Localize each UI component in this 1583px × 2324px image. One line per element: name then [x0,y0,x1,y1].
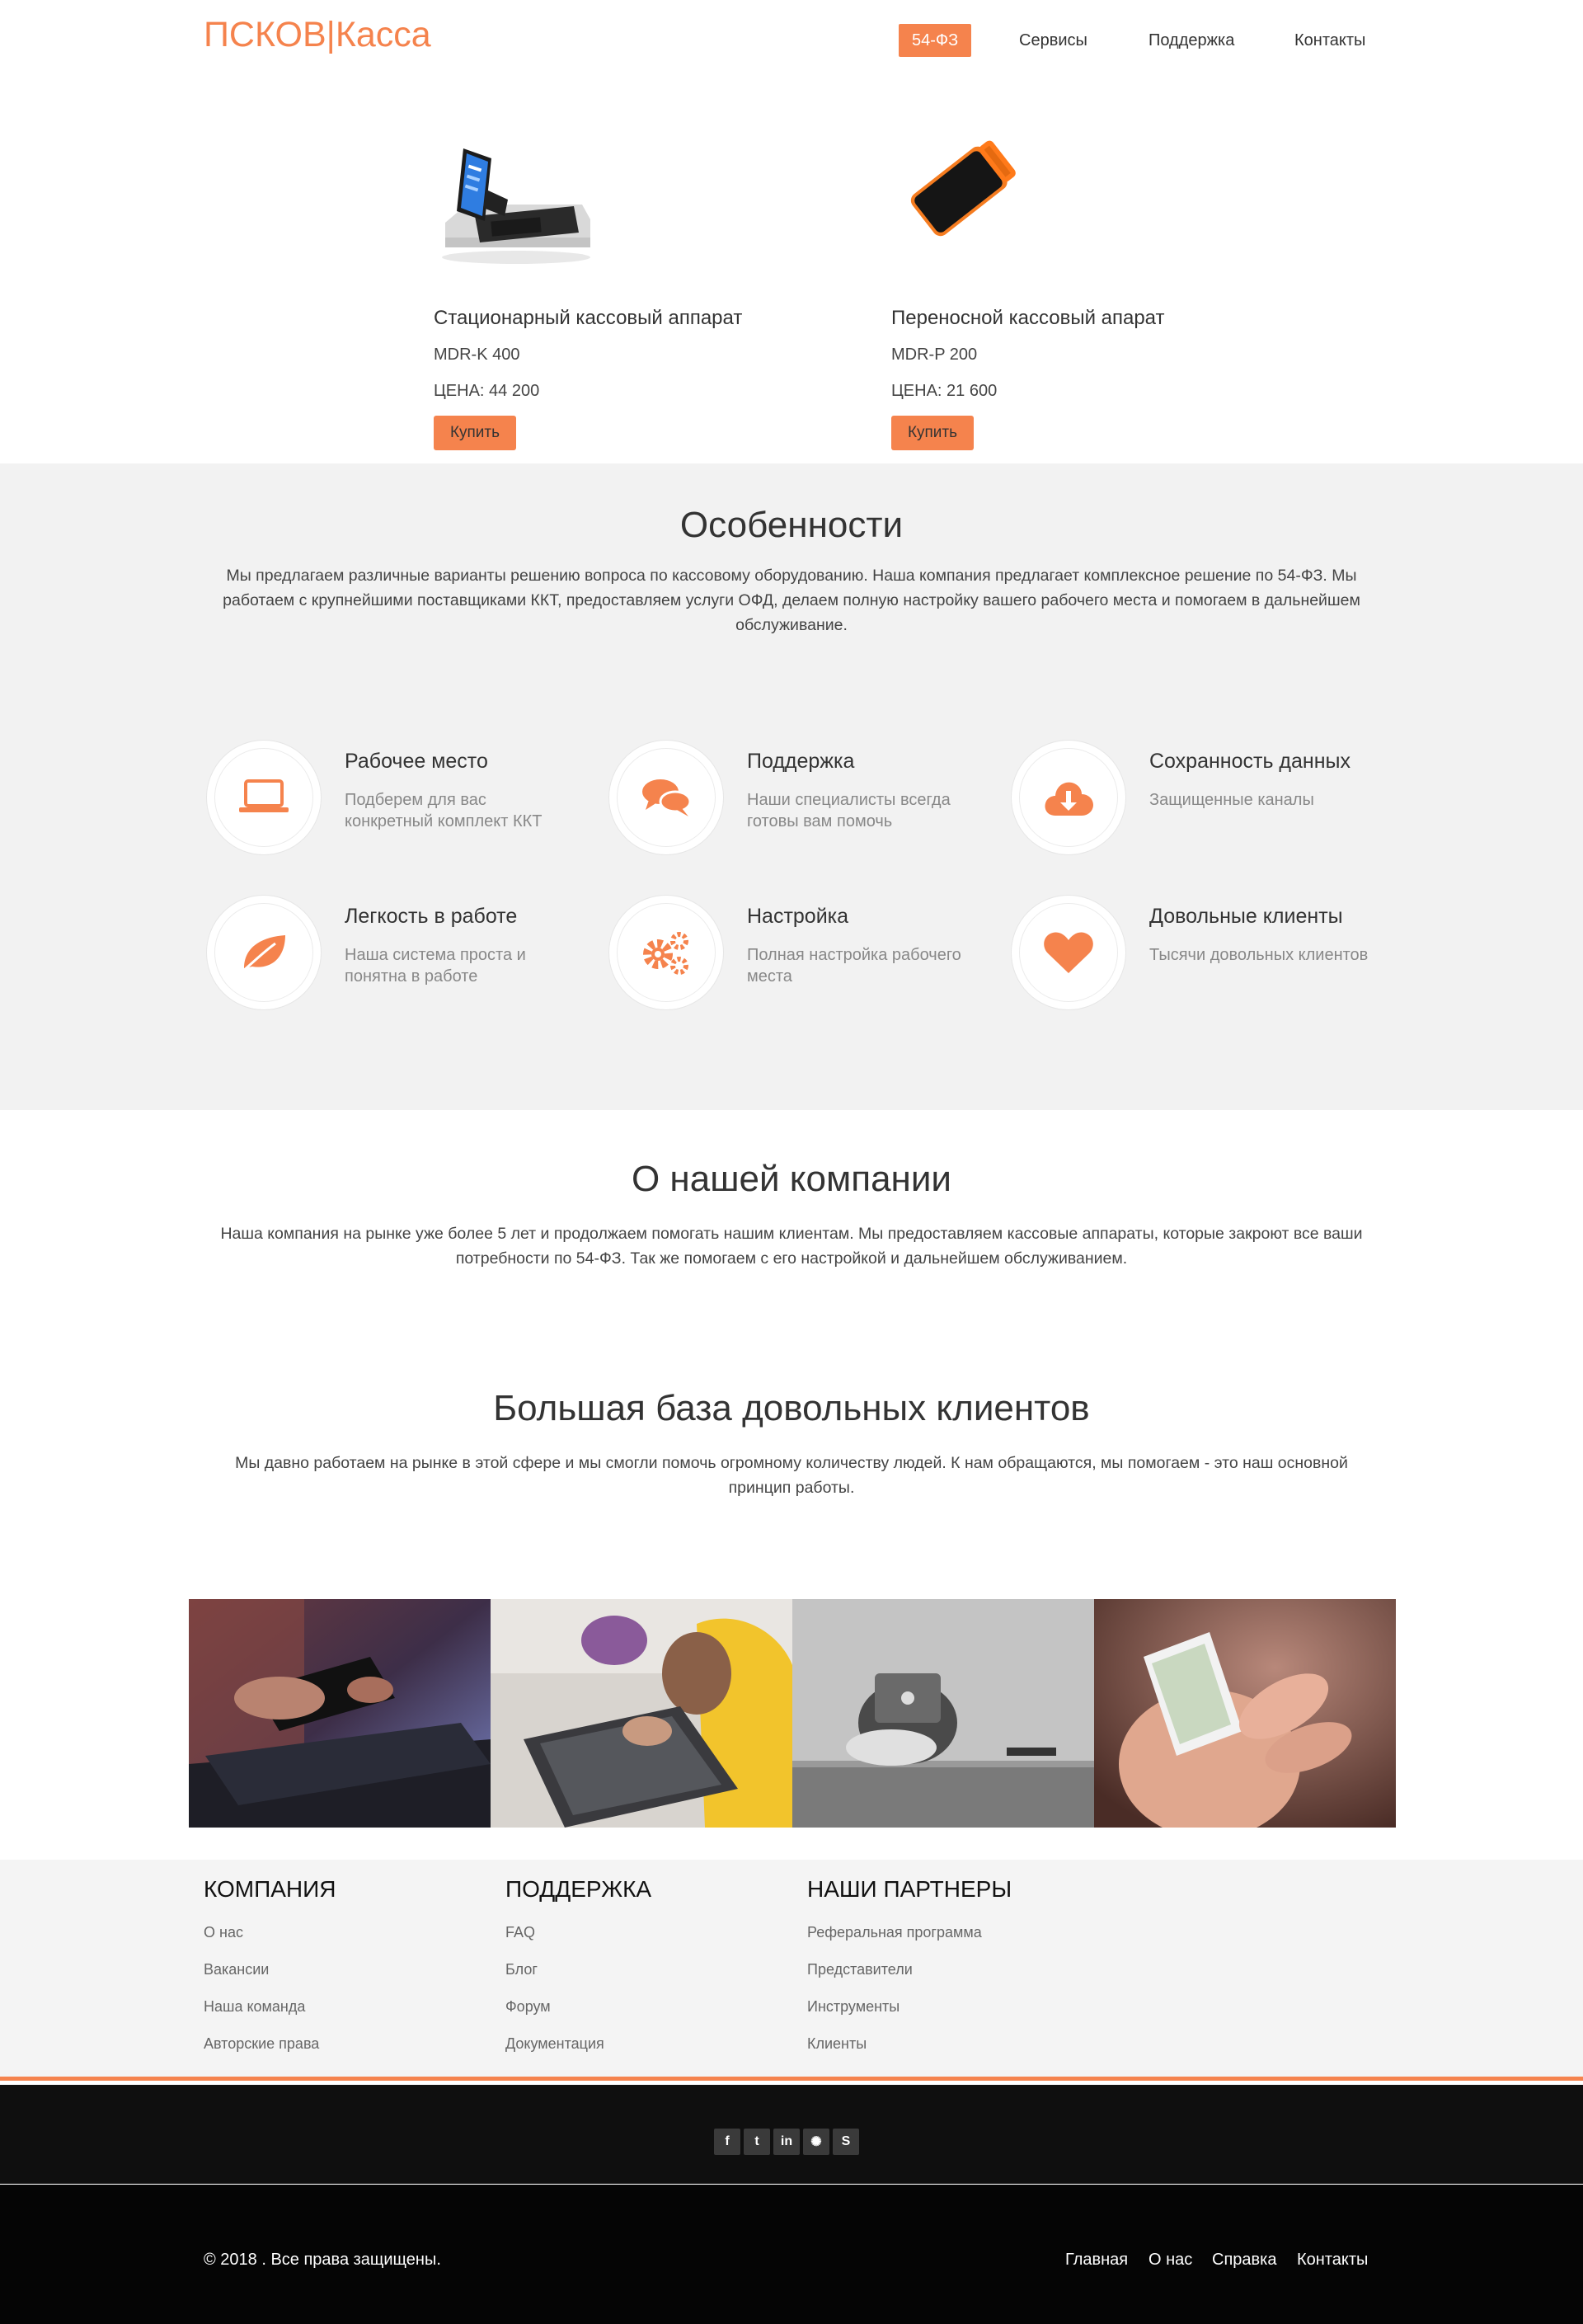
features-section: Особенности Мы предлагаем различные вари… [0,463,1583,1110]
bottom-nav-contacts[interactable]: Контакты [1297,2251,1368,2270]
photo-mac-wall [792,1599,1094,1828]
feature-text: Наша система проста и понятна в работе [345,946,526,986]
footer-link[interactable]: Инструменты [807,1988,1012,2025]
footer-column-title: КОМПАНИЯ [204,1876,336,1902]
features-text: Мы предлагаем различные варианты решению… [223,567,1360,634]
footer-link[interactable]: Вакансии [204,1951,336,1988]
buy-button[interactable]: Купить [434,416,516,450]
footer-link[interactable]: Наша команда [204,1988,336,2025]
footer-link[interactable]: Форум [505,1988,651,2025]
feature-title: Поддержка [747,750,855,773]
buy-button[interactable]: Купить [891,416,974,450]
footer-links: КОМПАНИЯ О нас Вакансии Наша команда Авт… [0,1860,1583,2081]
logo[interactable]: ПСКОВ|Касса [204,15,431,55]
bottom-bar: © 2018 . Все права защищены. Главная О н… [0,2185,1583,2324]
product-title: Стационарный кассовый аппарат [434,307,743,329]
feature-title: Рабочее место [345,750,488,773]
social-bar: f t in ✺ S [0,2085,1583,2184]
footer-link[interactable]: FAQ [505,1914,651,1951]
portable-cash-register-image [891,140,1056,272]
footer-link[interactable]: Представители [807,1951,1012,1988]
feature-item: Настройка Полная настройка рабочего мест… [608,895,1004,1019]
dribbble-icon[interactable]: ✺ [803,2129,829,2155]
photo-gallery [189,1599,1396,1828]
footer-column-title: НАШИ ПАРТНЕРЫ [807,1876,1012,1902]
product-price: ЦЕНА: 44 200 [434,382,540,400]
product-title: Переносной кассовый апарат [891,307,1165,329]
nav-item-support[interactable]: Поддержка [1148,24,1234,57]
feature-item: Сохранность данных Защищенные каналы [1011,740,1407,863]
feature-title: Настройка [747,905,849,928]
footer-link[interactable]: Авторские права [204,2025,336,2063]
nav-item-contacts[interactable]: Контакты [1294,24,1365,57]
heart-icon [1044,932,1093,973]
nav-item-54fz[interactable]: 54-ФЗ [899,24,972,57]
laptop-icon [239,779,289,812]
footer-link[interactable]: Блог [505,1951,651,1988]
feature-item: Поддержка Наши специалисты всегда готовы… [608,740,1004,863]
feature-item: Легкость в работе Наша система проста и … [206,895,602,1019]
footer-column-partners: НАШИ ПАРТНЕРЫ Реферальная программа Пред… [807,1876,1012,2063]
footer-link[interactable]: Реферальная программа [807,1914,1012,1951]
features-title: Особенности [679,505,904,545]
leaf-icon [242,935,285,973]
about-title: О нашей компании [631,1159,951,1199]
footer-column-support: ПОДДЕРЖКА FAQ Блог Форум Документация [505,1876,651,2063]
chat-icon [642,779,692,816]
footer-link[interactable]: О нас [204,1914,336,1951]
twitter-icon[interactable]: t [744,2129,770,2155]
product-price: ЦЕНА: 21 600 [891,382,998,400]
linkedin-icon[interactable]: in [773,2129,800,2155]
nav-item-services[interactable]: Сервисы [1019,24,1087,57]
clients-text: Мы давно работаем на рынке в этой сфере … [235,1454,1348,1497]
photo-tablet-hands [189,1599,491,1828]
cloud-download-icon [1045,782,1093,816]
header: ПСКОВ|Касса 54-ФЗ Сервисы Поддержка Конт… [0,0,1583,82]
feature-text: Тысячи довольных клиентов [1149,946,1369,964]
skype-icon[interactable]: S [833,2129,859,2155]
footer-column-title: ПОДДЕРЖКА [505,1876,652,1902]
stationary-cash-register-image [434,140,599,272]
gears-icon [643,932,688,975]
feature-title: Довольные клиенты [1149,905,1343,928]
bottom-nav-home[interactable]: Главная [1065,2251,1128,2270]
feature-title: Сохранность данных [1149,750,1350,773]
photo-designer-tablet [491,1599,792,1828]
footer-link[interactable]: Документация [505,2025,651,2063]
feature-item: Рабочее место Подберем для вас конкретны… [206,740,602,863]
facebook-icon[interactable]: f [714,2129,740,2155]
copyright: © 2018 . Все права защищены. [204,2251,441,2269]
about-text: Наша компания на рынке уже более 5 лет и… [220,1225,1363,1268]
bottom-nav-about[interactable]: О нас [1148,2251,1192,2270]
feature-text: Защищенные каналы [1149,791,1314,809]
feature-item: Довольные клиенты Тысячи довольных клиен… [1011,895,1407,1019]
product-model: MDR-P 200 [891,346,978,364]
footer-link[interactable]: Клиенты [807,2025,1012,2063]
clients-title: Большая база довольных клиентов [493,1388,1090,1428]
feature-text: Полная настройка рабочего места [747,946,961,986]
bottom-nav-help[interactable]: Справка [1212,2251,1276,2270]
footer-column-company: КОМПАНИЯ О нас Вакансии Наша команда Авт… [204,1876,336,2063]
feature-title: Легкость в работе [345,905,518,928]
photo-phone-hands [1094,1599,1396,1828]
product-model: MDR-K 400 [434,346,520,364]
feature-text: Подберем для вас конкретный комплект ККТ [345,791,543,830]
feature-text: Наши специалисты всегда готовы вам помоч… [747,791,951,830]
